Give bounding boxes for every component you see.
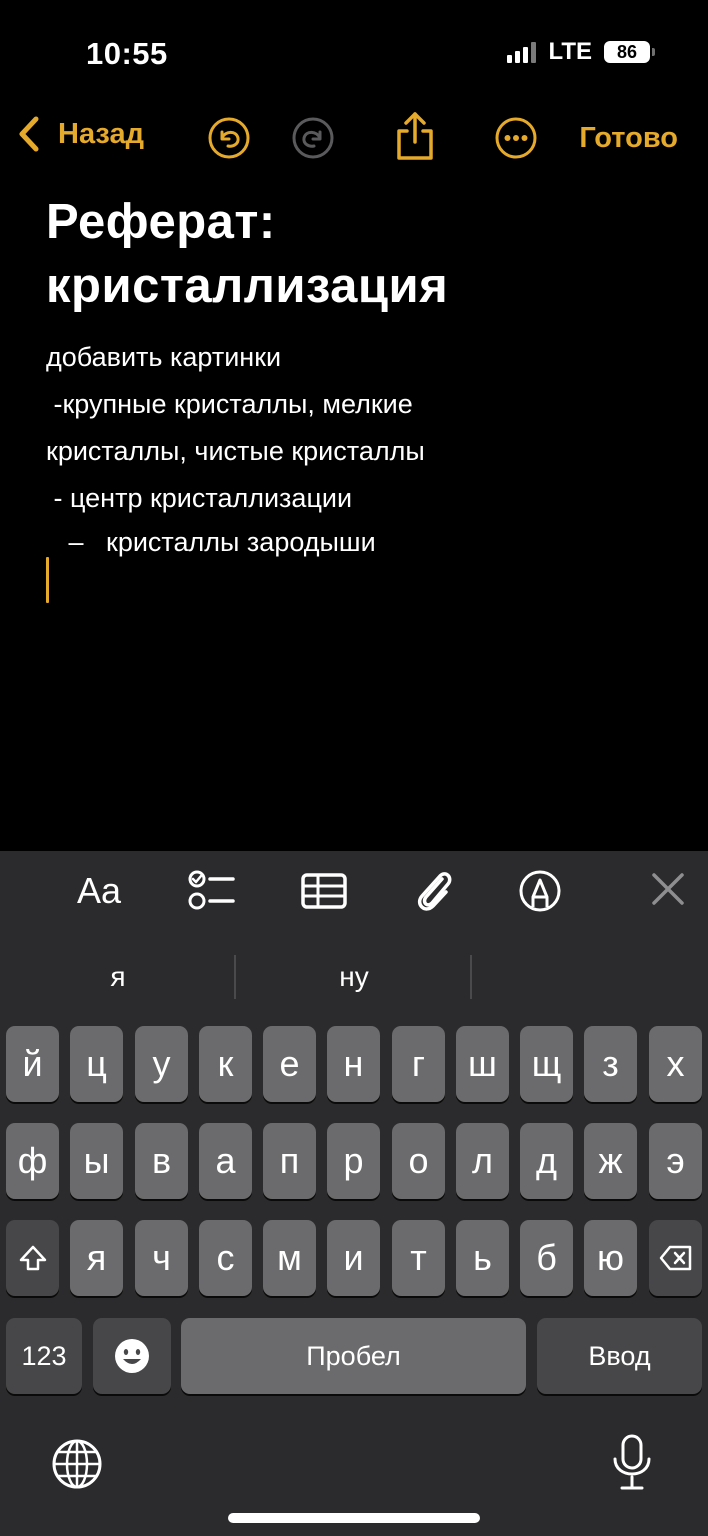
table-icon[interactable]: [300, 865, 348, 917]
suggestion-item[interactable]: ну: [236, 947, 472, 1007]
done-button[interactable]: Готово: [579, 122, 678, 155]
suggestion-item[interactable]: я: [0, 947, 236, 1007]
note-line: добавить картинки: [46, 342, 282, 372]
key[interactable]: в: [135, 1123, 188, 1199]
emoji-icon: [115, 1339, 149, 1373]
emoji-key[interactable]: [93, 1318, 171, 1394]
key[interactable]: ы: [70, 1123, 123, 1199]
back-button[interactable]: Назад: [16, 114, 144, 154]
back-label: Назад: [58, 117, 144, 150]
status-time: 10:55: [86, 36, 168, 71]
chevron-left-icon: [19, 116, 39, 152]
key[interactable]: ж: [584, 1123, 637, 1199]
shift-key[interactable]: [6, 1220, 59, 1296]
key[interactable]: я: [70, 1220, 123, 1296]
key[interactable]: ч: [135, 1220, 188, 1296]
numbers-key[interactable]: 123: [6, 1318, 82, 1394]
signal-icon: [507, 41, 537, 63]
note-title-line: Реферат:: [46, 195, 276, 249]
key[interactable]: ю: [584, 1220, 637, 1296]
key[interactable]: ц: [70, 1026, 123, 1102]
format-text-button[interactable]: Aa: [70, 865, 128, 917]
key[interactable]: к: [199, 1026, 252, 1102]
close-icon[interactable]: [648, 865, 688, 917]
undo-icon[interactable]: [207, 116, 251, 160]
status-indicators: LTE 86: [507, 38, 655, 66]
delete-icon: [659, 1245, 691, 1271]
format-toolbar: Aa: [0, 851, 708, 931]
key[interactable]: о: [392, 1123, 445, 1199]
key[interactable]: у: [135, 1026, 188, 1102]
network-label: LTE: [548, 38, 592, 65]
key[interactable]: щ: [520, 1026, 573, 1102]
battery-icon: 86: [604, 41, 655, 63]
key[interactable]: п: [263, 1123, 316, 1199]
microphone-icon[interactable]: [610, 1433, 654, 1493]
key[interactable]: ф: [6, 1123, 59, 1199]
key[interactable]: г: [392, 1026, 445, 1102]
key[interactable]: л: [456, 1123, 509, 1199]
note-title-line: кристаллизация: [46, 259, 449, 313]
key[interactable]: э: [649, 1123, 702, 1199]
checklist-icon[interactable]: [186, 865, 236, 917]
redo-icon[interactable]: [291, 116, 335, 160]
paperclip-icon[interactable]: [412, 865, 456, 917]
key[interactable]: и: [327, 1220, 380, 1296]
key[interactable]: н: [327, 1026, 380, 1102]
text-cursor: [46, 557, 49, 603]
suggestion-bar: я ну: [0, 947, 708, 1007]
space-key[interactable]: Пробел: [181, 1318, 526, 1394]
key[interactable]: е: [263, 1026, 316, 1102]
key[interactable]: й: [6, 1026, 59, 1102]
key[interactable]: д: [520, 1123, 573, 1199]
key[interactable]: х: [649, 1026, 702, 1102]
keyboard: я ну й ц у к е н г ш щ з х ф ы в а п р о…: [0, 931, 708, 1536]
home-indicator[interactable]: [228, 1513, 480, 1523]
key[interactable]: т: [392, 1220, 445, 1296]
key[interactable]: з: [584, 1026, 637, 1102]
key[interactable]: с: [199, 1220, 252, 1296]
nav-bar: Назад Готово: [0, 108, 708, 168]
note-body[interactable]: добавить картинки -крупные кристаллы, ме…: [46, 334, 666, 562]
key[interactable]: м: [263, 1220, 316, 1296]
suggestion-item[interactable]: [472, 947, 708, 1007]
key[interactable]: б: [520, 1220, 573, 1296]
key[interactable]: ш: [456, 1026, 509, 1102]
note-line: - центр кристаллизации: [46, 483, 353, 513]
globe-icon[interactable]: [51, 1438, 103, 1490]
markup-icon[interactable]: [517, 865, 563, 917]
key[interactable]: а: [199, 1123, 252, 1199]
note-line: -крупные кристаллы, мелкие: [46, 389, 413, 419]
share-icon[interactable]: [393, 110, 437, 162]
delete-key[interactable]: [649, 1220, 702, 1296]
more-icon[interactable]: [494, 116, 538, 160]
note-line: кристаллы, чистые кристаллы: [46, 436, 425, 466]
note-line: – кристаллы зародыши: [46, 527, 376, 557]
note-title[interactable]: Реферат: кристаллизация: [46, 190, 666, 318]
shift-icon: [19, 1245, 46, 1271]
key[interactable]: ь: [456, 1220, 509, 1296]
key[interactable]: р: [327, 1123, 380, 1199]
return-key[interactable]: Ввод: [537, 1318, 702, 1394]
